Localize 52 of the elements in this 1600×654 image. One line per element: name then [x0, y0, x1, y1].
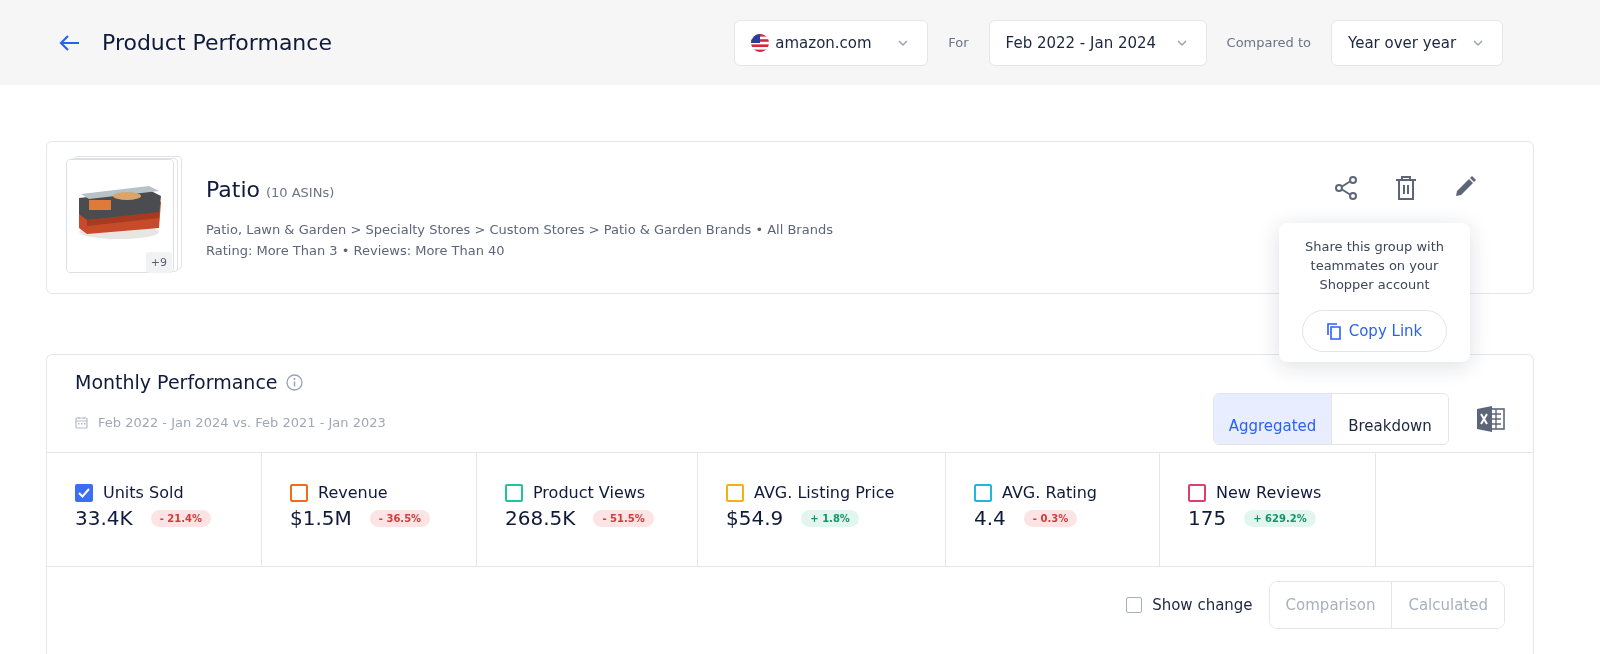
change-badge: - 51.5%	[593, 509, 654, 527]
page-title: Product Performance	[102, 30, 333, 55]
metric-label: Units Sold	[103, 483, 184, 502]
metric-checkbox[interactable]	[505, 483, 523, 502]
section-title: Monthly Performance	[75, 371, 278, 393]
chevron-down-icon	[1175, 38, 1188, 47]
metric-label: AVG. Rating	[1002, 483, 1098, 502]
metric-checkbox[interactable]	[75, 483, 93, 502]
compared-to-label: Compared to	[1226, 35, 1311, 50]
metric-value: 33.4K	[75, 506, 133, 530]
view-tab[interactable]: Breakdown	[1331, 394, 1448, 444]
metric-value: 268.5K	[505, 506, 576, 530]
for-label: For	[948, 35, 969, 50]
metric-label: New Reviews	[1216, 483, 1322, 502]
view-tab[interactable]: Aggregated	[1214, 394, 1331, 444]
chevron-down-icon	[897, 38, 910, 47]
metric-value: 4.4	[974, 506, 1006, 530]
change-badge: - 36.5%	[369, 509, 431, 527]
chevron-down-icon	[1472, 38, 1484, 47]
metric-label: Revenue	[318, 483, 388, 502]
share-message: Share this group with teammates on your Shopper account	[1304, 238, 1445, 294]
pencil-icon[interactable]	[1453, 175, 1477, 199]
asin-count: (10 ASINs)	[265, 185, 335, 200]
marketplace-dropdown[interactable]: amazon.com	[734, 19, 929, 66]
metric-checkbox[interactable]	[290, 483, 308, 502]
excel-icon[interactable]	[1477, 406, 1505, 432]
metric-checkbox[interactable]	[1188, 483, 1206, 502]
info-icon	[285, 373, 303, 391]
metric-checkbox[interactable]	[974, 483, 992, 502]
metric-label: AVG. Listing Price	[754, 483, 895, 502]
date-range: Feb 2022 - Jan 2024 vs. Feb 2021 - Jan 2023	[98, 415, 386, 430]
date-range-dropdown[interactable]: Feb 2022 - Jan 2024	[988, 19, 1207, 66]
trash-icon[interactable]	[1395, 175, 1417, 201]
change-badge: - 21.4%	[150, 509, 211, 527]
metric-checkbox[interactable]	[726, 483, 744, 502]
category-path: Patio, Lawn & Garden > Specialty Stores > Custom Stores > Patio & Garden Brands • All Brands	[206, 222, 834, 237]
flag-icon	[751, 33, 770, 52]
metric-value: $54.9	[726, 506, 784, 530]
metric-value: 175	[1188, 506, 1227, 530]
show-change-checkbox[interactable]: Show change	[1126, 596, 1253, 614]
back-arrow-icon[interactable]	[58, 33, 80, 52]
copy-icon	[1326, 322, 1342, 340]
comparison-dropdown[interactable]: Year over year	[1331, 19, 1503, 66]
group-name: Patio	[206, 177, 260, 202]
copy-link-button[interactable]: Copy Link	[1302, 310, 1447, 352]
change-badge: - 0.3%	[1023, 509, 1078, 527]
metric-label: Product Views	[533, 483, 646, 502]
metric-value: $1.5M	[290, 506, 352, 530]
change-badge: + 629.2%	[1244, 509, 1316, 527]
share-icon[interactable]	[1333, 175, 1359, 201]
calendar-icon	[75, 416, 88, 429]
change-badge: + 1.8%	[801, 509, 859, 527]
